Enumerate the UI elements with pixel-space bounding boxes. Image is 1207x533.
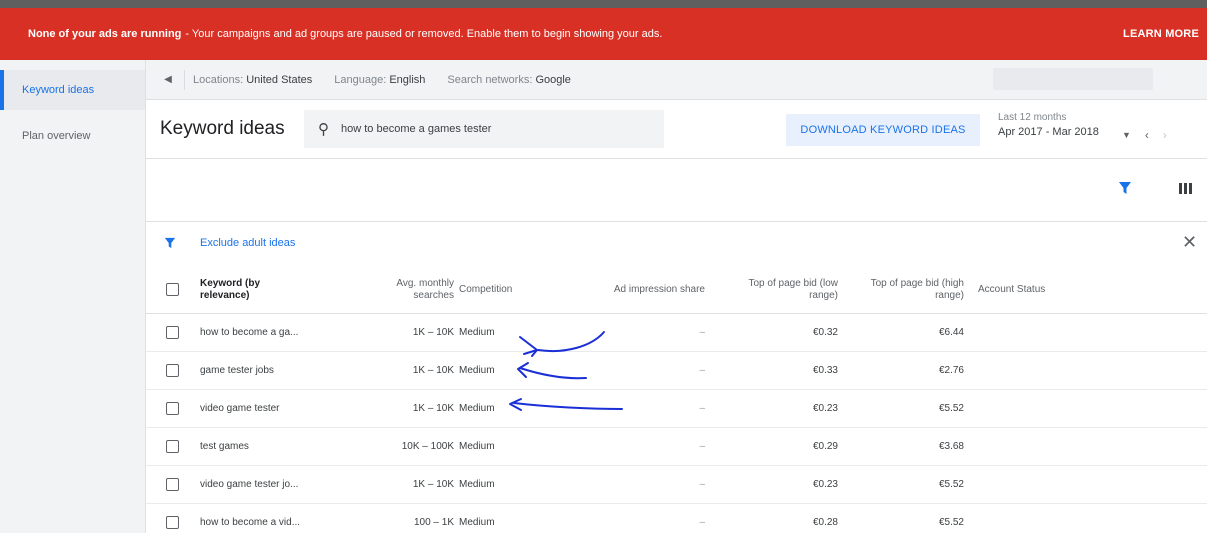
table-row[interactable]: how to become a vid... 100 – 1K Medium – €0.… [146, 504, 1207, 533]
networks-filter[interactable]: Search networks: Google [447, 74, 571, 86]
filter-bar: ◀ Locations: United States Language: Eng… [146, 60, 1207, 100]
keyword-cell: video game tester [200, 403, 280, 414]
locations-value: United States [246, 73, 313, 86]
searches-cell: 1K – 10K [412, 403, 454, 414]
bid-high-cell: €6.44 [938, 327, 964, 338]
bid-high-cell: €5.52 [938, 479, 964, 490]
filter-icon[interactable] [1118, 181, 1132, 195]
keyword-search-input[interactable]: ⚲ how to become a games tester [304, 110, 664, 148]
date-range-selector[interactable]: Last 12 months Apr 2017 - Mar 2018 [998, 112, 1099, 138]
searches-cell: 1K – 10K [412, 479, 454, 490]
status-column-header[interactable]: Account Status [978, 266, 1098, 313]
searches-cell: 1K – 10K [412, 365, 454, 376]
locations-filter[interactable]: Locations: United States [193, 74, 312, 86]
searches-cell: 10K – 100K [401, 441, 454, 452]
date-range-label: Last 12 months [998, 112, 1067, 123]
keyword-cell: game tester jobs [200, 365, 274, 376]
bid-low-cell: €0.33 [812, 365, 838, 376]
competition-cell: Medium [459, 365, 495, 376]
competition-cell: Medium [459, 479, 495, 490]
networks-label: Search networks: [447, 73, 533, 86]
bid-low-cell: €0.32 [812, 327, 838, 338]
search-value: how to become a games tester [341, 123, 492, 135]
sidebar-item-keyword-ideas[interactable]: Keyword ideas [0, 70, 145, 110]
language-label: Language: [334, 73, 387, 86]
table-row[interactable]: video game tester 1K – 10K Medium – €0.23 €5.… [146, 390, 1207, 428]
date-range-value: Apr 2017 - Mar 2018 [998, 126, 1099, 138]
next-period-icon[interactable]: › [1163, 128, 1167, 142]
learn-more-link[interactable]: LEARN MORE [1123, 8, 1199, 60]
row-checkbox[interactable] [166, 363, 179, 377]
table-row[interactable]: game tester jobs 1K – 10K Medium – €0.33 €2.7… [146, 352, 1207, 390]
keyword-cell: video game tester jo... [200, 479, 299, 490]
impression-cell: – [699, 479, 705, 490]
row-checkbox[interactable] [166, 325, 179, 339]
impression-cell: – [699, 517, 705, 528]
impression-cell: – [699, 441, 705, 452]
row-checkbox[interactable] [166, 477, 179, 491]
impression-cell: – [699, 403, 705, 414]
bid-low-cell: €0.23 [812, 403, 838, 414]
dropdown-arrow-icon[interactable]: ▼ [1122, 128, 1131, 142]
searches-column-header[interactable]: Avg. monthly searches [366, 266, 454, 313]
bid-low-cell: €0.29 [812, 441, 838, 452]
bid-high-cell: €3.68 [938, 441, 964, 452]
alert-message: - Your campaigns and ad groups are pause… [185, 28, 663, 40]
impression-column-header[interactable]: Ad impression share [591, 266, 705, 313]
table-toolbar [146, 158, 1207, 222]
language-filter[interactable]: Language: English [334, 74, 425, 86]
table-row[interactable]: how to become a ga... 1K – 10K Medium – €0.3… [146, 314, 1207, 352]
faded-widget [993, 68, 1153, 90]
bid-low-cell: €0.23 [812, 479, 838, 490]
competition-cell: Medium [459, 517, 495, 528]
search-icon: ⚲ [318, 121, 329, 138]
date-controls: ▼ ‹ › [1122, 128, 1167, 142]
row-checkbox[interactable] [166, 401, 179, 415]
keyword-cell: how to become a vid... [200, 517, 301, 528]
close-icon[interactable]: ✕ [1182, 232, 1197, 253]
impression-cell: – [699, 365, 705, 376]
download-keyword-ideas-button[interactable]: DOWNLOAD KEYWORD IDEAS [786, 114, 980, 146]
row-checkbox[interactable] [166, 515, 179, 529]
locations-label: Locations: [193, 73, 244, 86]
competition-cell: Medium [459, 403, 495, 414]
table-header: Keyword (by relevance) Avg. monthly sear… [146, 266, 1207, 314]
competition-cell: Medium [459, 327, 495, 338]
searches-cell: 100 – 1K [413, 517, 454, 528]
window-top-strip [0, 0, 1207, 8]
page-header: Keyword ideas ⚲ how to become a games te… [146, 100, 1207, 158]
sidebar-item-plan-overview[interactable]: Plan overview [0, 116, 145, 156]
sidebar: Keyword ideas Plan overview [0, 60, 146, 533]
filter-icon [164, 237, 176, 249]
select-all-checkbox[interactable] [166, 282, 179, 296]
previous-period-icon[interactable]: ‹ [1145, 128, 1149, 142]
keyword-column-header[interactable]: Keyword (by relevance) [200, 266, 300, 313]
table-row[interactable]: test games 10K – 100K Medium – €0.29 €3.68 [146, 428, 1207, 466]
table-row[interactable]: video game tester jo... 1K – 10K Medium – €0… [146, 466, 1207, 504]
bid-high-cell: €2.76 [938, 365, 964, 376]
collapse-sidebar-icon[interactable]: ◀ [156, 74, 180, 85]
keyword-cell: test games [200, 441, 249, 452]
bid-high-cell: €5.52 [938, 403, 964, 414]
page-title: Keyword ideas [160, 118, 285, 139]
bid-high-cell: €5.52 [938, 517, 964, 528]
columns-icon[interactable] [1179, 183, 1192, 194]
bid-low-cell: €0.28 [812, 517, 838, 528]
searches-cell: 1K – 10K [412, 327, 454, 338]
language-value: English [389, 73, 426, 86]
impression-cell: – [699, 327, 705, 338]
bid-low-column-header[interactable]: Top of page bid (low range) [726, 266, 838, 313]
exclude-adult-ideas-chip[interactable]: Exclude adult ideas [200, 237, 295, 249]
alert-bold-text: None of your ads are running [28, 28, 182, 40]
alert-banner: None of your ads are running - Your camp… [0, 8, 1207, 60]
competition-column-header[interactable]: Competition [459, 266, 539, 313]
competition-cell: Medium [459, 441, 495, 452]
row-checkbox[interactable] [166, 439, 179, 453]
networks-value: Google [535, 73, 571, 86]
bid-high-column-header[interactable]: Top of page bid (high range) [850, 266, 964, 313]
divider [184, 69, 185, 90]
keyword-cell: how to become a ga... [200, 327, 299, 338]
exclude-filter-row: Exclude adult ideas ✕ [146, 222, 1207, 266]
